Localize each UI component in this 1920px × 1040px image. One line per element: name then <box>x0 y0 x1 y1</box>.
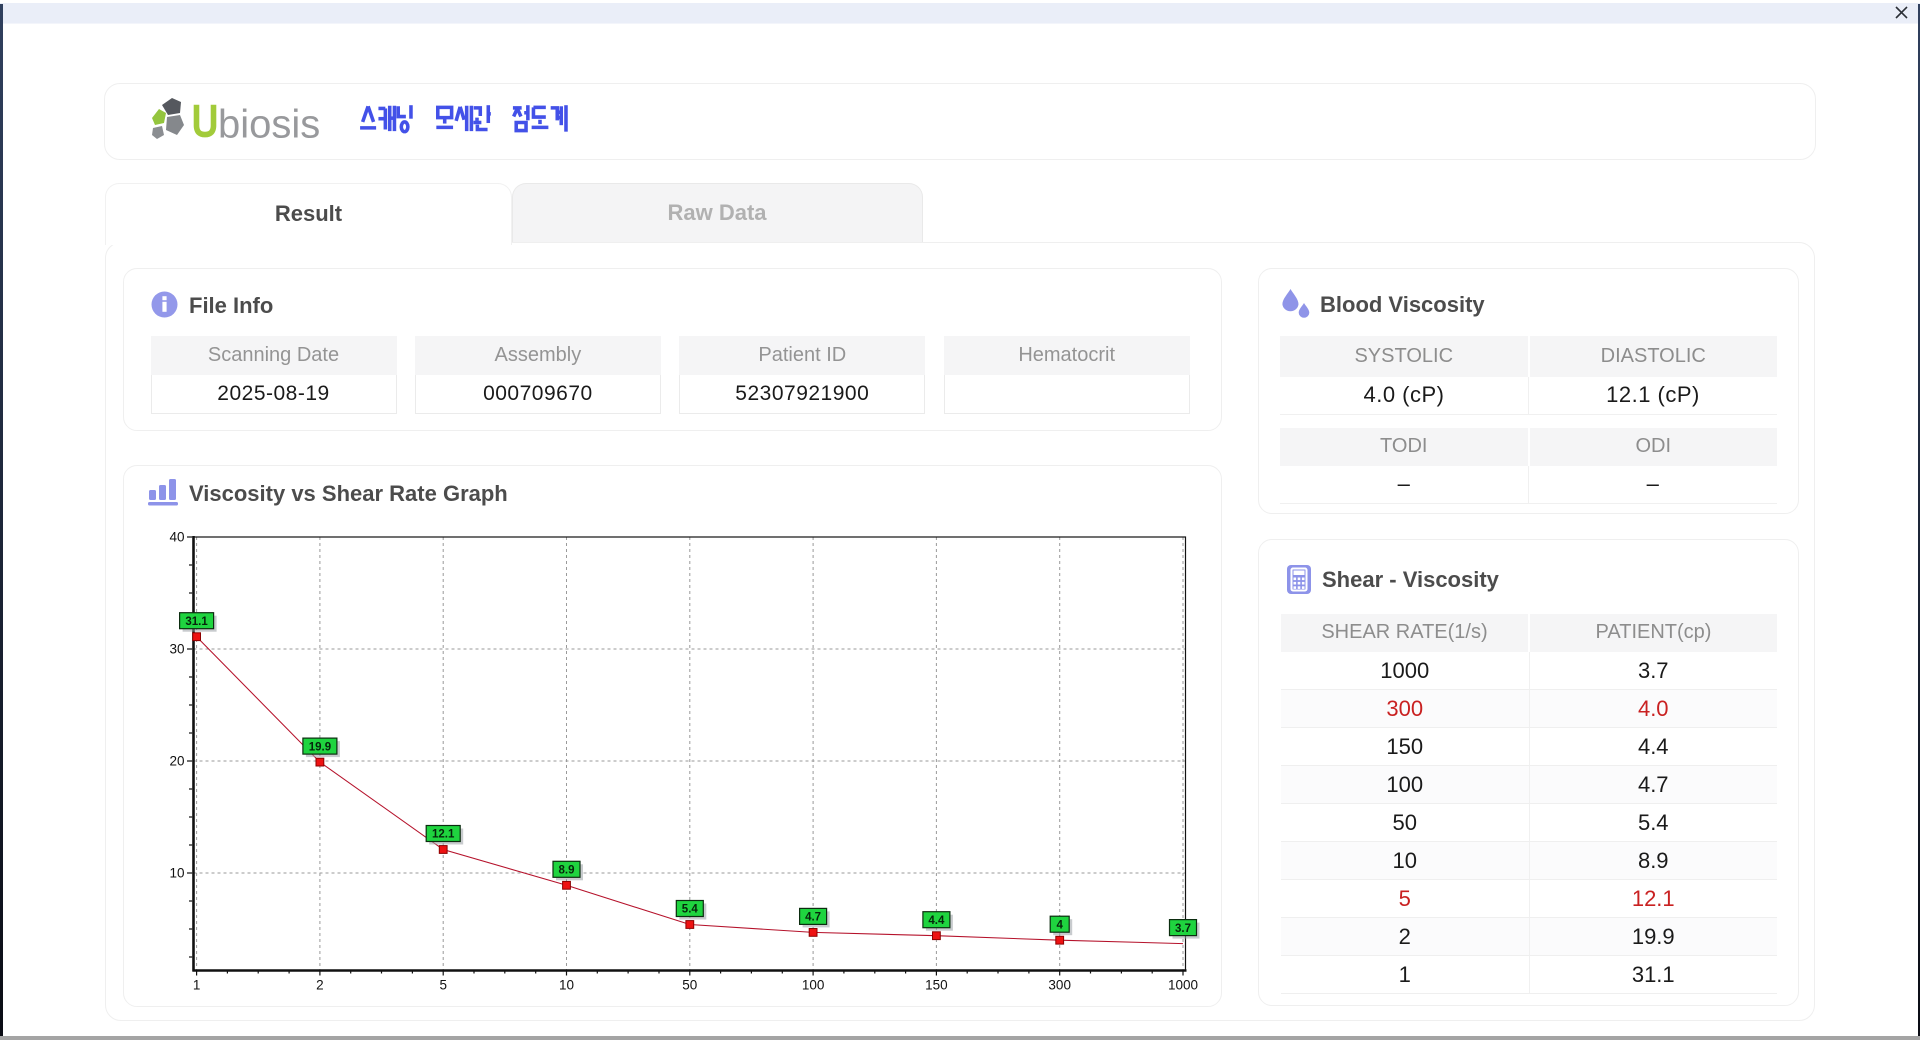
svg-text:20: 20 <box>169 754 184 769</box>
svg-text:19.9: 19.9 <box>309 741 331 753</box>
svg-text:300: 300 <box>1048 978 1071 993</box>
svg-text:biosis: biosis <box>218 102 320 144</box>
svg-text:4.4: 4.4 <box>928 915 945 927</box>
svg-text:10: 10 <box>559 978 574 993</box>
svg-text:4.7: 4.7 <box>805 912 821 924</box>
svg-text:8.9: 8.9 <box>559 865 575 877</box>
svg-text:150: 150 <box>925 978 948 993</box>
svg-text:3.7: 3.7 <box>1175 923 1191 935</box>
svg-text:50: 50 <box>682 978 697 993</box>
svg-text:5: 5 <box>439 978 447 993</box>
svg-text:5.4: 5.4 <box>682 904 699 916</box>
svg-text:40: 40 <box>169 530 184 545</box>
svg-text:1000: 1000 <box>1168 978 1198 993</box>
svg-text:31.1: 31.1 <box>185 616 208 628</box>
svg-text:100: 100 <box>802 978 825 993</box>
svg-text:30: 30 <box>169 642 184 657</box>
svg-text:4: 4 <box>1056 919 1063 931</box>
svg-text:1: 1 <box>193 978 201 993</box>
svg-text:12.1: 12.1 <box>432 829 455 841</box>
svg-text:10: 10 <box>169 866 184 881</box>
svg-text:2: 2 <box>316 978 324 993</box>
